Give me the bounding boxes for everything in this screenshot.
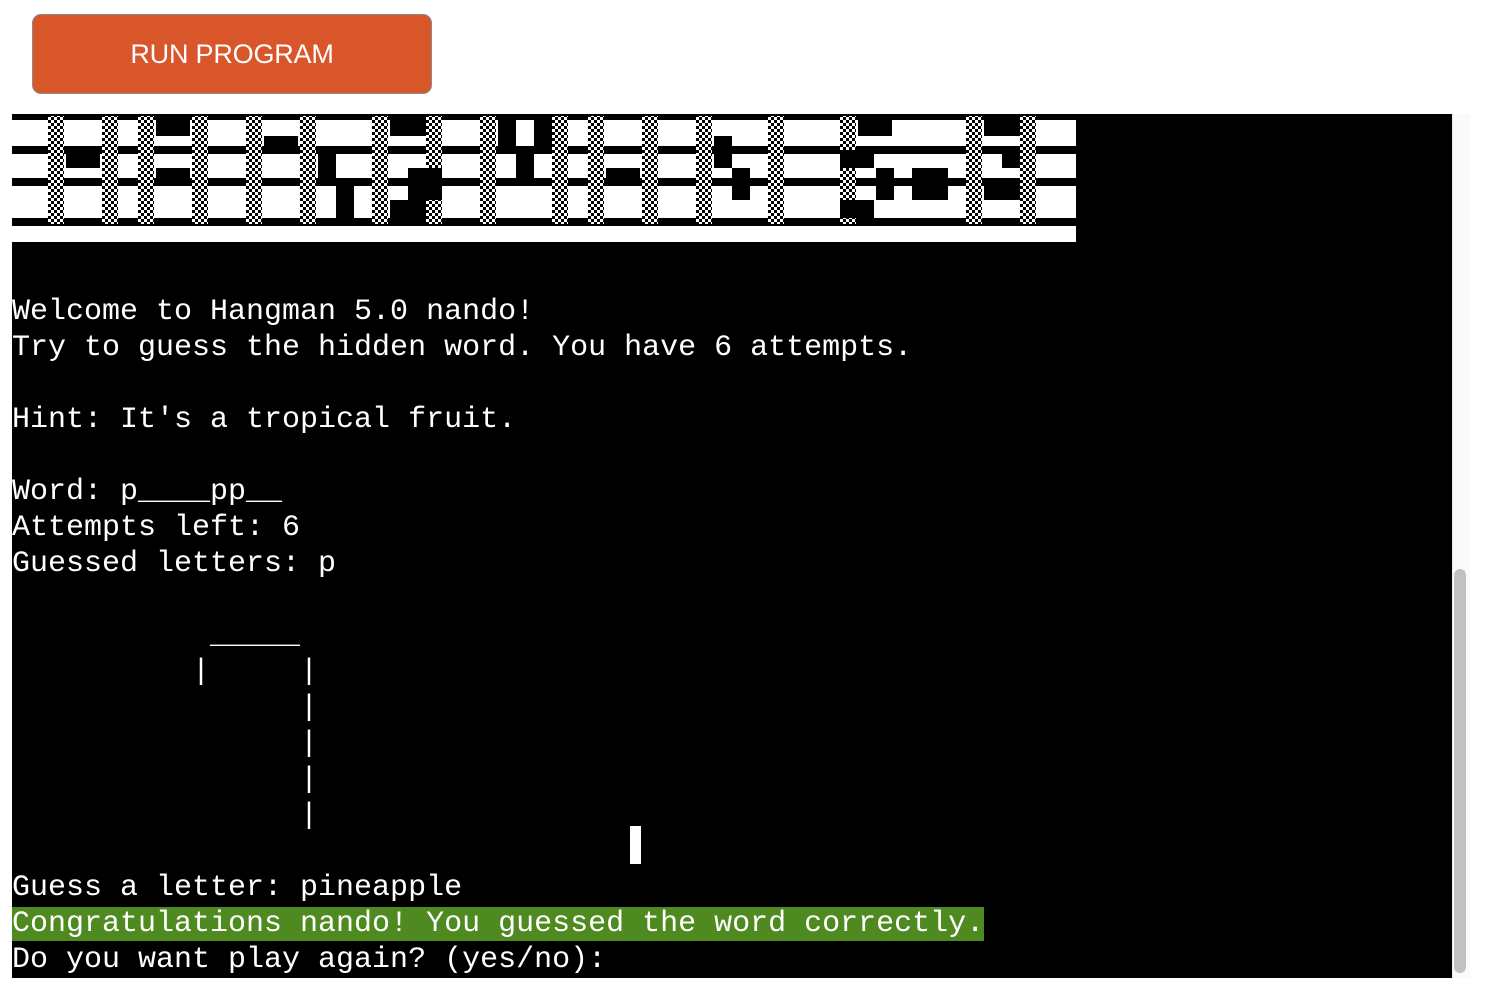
hangman-ascii-banner <box>12 114 1076 242</box>
gallows-row-4: | <box>174 763 319 797</box>
instructions-line: Try to guess the hidden word. You have 6… <box>12 331 913 365</box>
hint-line: Hint: It's a tropical fruit. <box>12 403 517 437</box>
terminal[interactable]: Welcome to Hangman 5.0 nando! Try to gue… <box>12 114 1452 978</box>
gallows-row-3: | <box>174 727 319 761</box>
gallows-row-5: | <box>174 799 319 833</box>
guessed-letters-line: Guessed letters: p <box>12 547 337 581</box>
attempts-line: Attempts left: 6 <box>12 511 301 545</box>
play-again-prompt: Do you want play again? (yes/no): <box>12 943 625 977</box>
word-line: Word: p____pp__ <box>12 475 283 509</box>
welcome-line: Welcome to Hangman 5.0 nando! <box>12 295 535 329</box>
gallows-top: _____ <box>174 619 301 653</box>
terminal-cursor[interactable] <box>630 826 641 864</box>
run-program-button[interactable]: RUN PROGRAM <box>32 14 432 94</box>
success-message-line: Congratulations nando! You guessed the w… <box>12 906 985 942</box>
terminal-scrollbar-thumb[interactable] <box>1454 569 1466 973</box>
gallows-row-2: | <box>174 691 319 725</box>
gallows-row-1: | | <box>174 655 319 689</box>
success-message: Congratulations nando! You guessed the w… <box>12 907 985 941</box>
guess-prompt-line: Guess a letter: pineapple <box>12 871 463 905</box>
